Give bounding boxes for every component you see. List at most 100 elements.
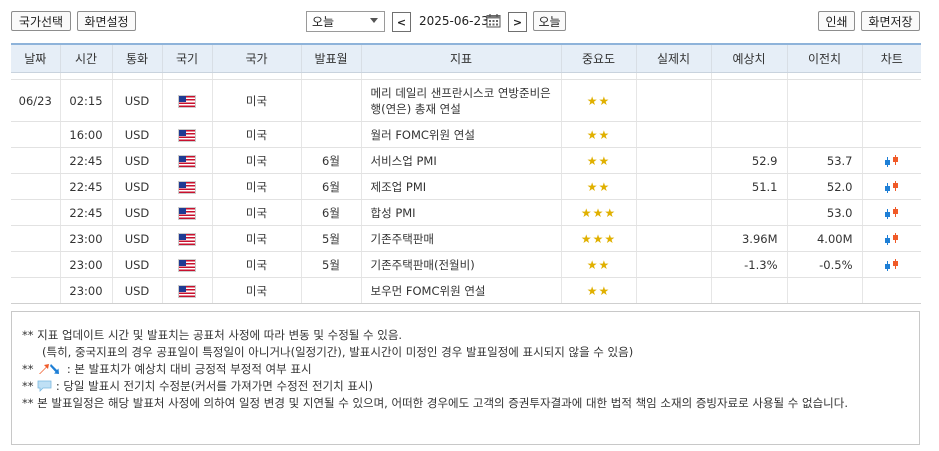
cell-actual — [635, 121, 711, 148]
period-select[interactable]: 오늘 — [306, 11, 385, 32]
header-country: 국가 — [211, 43, 301, 73]
cell-country: 미국 — [211, 173, 301, 200]
us-flag-icon — [179, 233, 195, 245]
cell-chart — [861, 199, 921, 226]
cell-country: 미국 — [211, 79, 301, 122]
candle-chart-icon[interactable] — [883, 258, 901, 272]
cell-date — [11, 251, 60, 278]
note-line-1: ** 지표 업데이트 시간 및 발표치는 공표처 사정에 따라 변동 및 수정될… — [22, 328, 403, 342]
header-importance: 중요도 — [560, 43, 636, 73]
table-row[interactable]: 06/23 02:15 USD 미국 메리 데일리 샌프란시스코 연방준비은행(연은) … — [11, 79, 921, 122]
cell-actual — [635, 225, 711, 252]
table-row[interactable]: 22:45 USD 미국 6월 제조업 PMI ★★ 51.1 52.0 — [11, 173, 921, 200]
cell-release-month: 6월 — [300, 199, 361, 226]
cell-importance: ★★ — [560, 121, 636, 148]
cell-release-month — [300, 79, 361, 122]
us-flag-icon — [179, 259, 195, 271]
us-flag-icon — [179, 95, 195, 107]
candle-chart-icon[interactable] — [883, 232, 901, 246]
importance-stars: ★★ — [586, 93, 611, 108]
cell-indicator[interactable]: 기존주택판매 — [360, 225, 561, 252]
cell-currency: USD — [111, 147, 162, 174]
cell-actual — [635, 79, 711, 122]
cell-indicator[interactable]: 합성 PMI — [360, 199, 561, 226]
us-flag-icon — [179, 207, 195, 219]
cell-forecast: 51.1 — [710, 173, 787, 200]
cell-flag — [161, 225, 212, 252]
cell-chart — [861, 173, 921, 200]
cell-indicator[interactable]: 기존주택판매(전월비) — [360, 251, 561, 278]
candle-chart-icon[interactable] — [883, 206, 901, 220]
cell-previous: 53.0 — [786, 199, 862, 226]
table-body: 06/23 02:15 USD 미국 메리 데일리 샌프란시스코 연방준비은행(연은) … — [11, 72, 921, 304]
cell-importance: ★★★ — [560, 225, 636, 252]
date-value: 2025-06-23 — [419, 14, 489, 28]
screen-settings-button[interactable]: 화면설정 — [77, 11, 136, 31]
cell-release-month — [300, 121, 361, 148]
cell-indicator[interactable]: 월러 FOMC위원 연설 — [360, 121, 561, 148]
cell-actual — [635, 199, 711, 226]
cell-importance: ★★ — [560, 173, 636, 200]
cell-release-month: 5월 — [300, 225, 361, 252]
us-flag-icon — [179, 285, 195, 297]
note-line-3-prefix: ** — [22, 362, 34, 376]
cell-forecast — [710, 277, 787, 304]
header-release-month: 발표월 — [300, 43, 361, 73]
speech-bubble-icon — [37, 380, 52, 392]
importance-stars: ★★ — [586, 257, 611, 272]
note-line-4-prefix: ** — [22, 379, 34, 393]
cell-flag — [161, 199, 212, 226]
cell-chart — [861, 147, 921, 174]
table-row[interactable]: 22:45 USD 미국 6월 서비스업 PMI ★★ 52.9 53.7 — [11, 147, 921, 174]
table-row[interactable]: 23:00 USD 미국 보우먼 FOMC위원 연설 ★★ — [11, 277, 921, 304]
chevron-down-icon — [370, 18, 378, 23]
cell-time: 22:45 — [59, 173, 112, 200]
candle-chart-icon[interactable] — [883, 154, 901, 168]
next-date-button[interactable]: > — [508, 12, 527, 32]
cell-time: 22:45 — [59, 199, 112, 226]
print-button[interactable]: 인쇄 — [818, 11, 855, 31]
cell-actual — [635, 277, 711, 304]
header-previous: 이전치 — [786, 43, 862, 73]
cell-date — [11, 199, 60, 226]
us-flag-icon — [179, 129, 195, 141]
cell-indicator[interactable]: 서비스업 PMI — [360, 147, 561, 174]
cell-previous: 53.7 — [786, 147, 862, 174]
country-select-button[interactable]: 국가선택 — [11, 11, 71, 31]
calendar-icon[interactable] — [486, 13, 501, 28]
cell-indicator[interactable]: 제조업 PMI — [360, 173, 561, 200]
save-screen-button[interactable]: 화면저장 — [861, 11, 920, 31]
cell-indicator[interactable]: 보우먼 FOMC위원 연설 — [360, 277, 561, 304]
cell-release-month: 5월 — [300, 251, 361, 278]
table-row[interactable]: 23:00 USD 미국 5월 기존주택판매 ★★★ 3.96M 4.00M — [11, 225, 921, 252]
table-row[interactable]: 22:45 USD 미국 6월 합성 PMI ★★★ 53.0 — [11, 199, 921, 226]
cell-previous — [786, 79, 862, 122]
cell-currency: USD — [111, 173, 162, 200]
cell-currency: USD — [111, 199, 162, 226]
header-flag: 국기 — [161, 43, 212, 73]
cell-chart — [861, 225, 921, 252]
up-down-arrow-icon — [39, 364, 60, 374]
notes-box: ** 지표 업데이트 시간 및 발표치는 공표처 사정에 따라 변동 및 수정될… — [11, 311, 920, 445]
header-time: 시간 — [59, 43, 112, 73]
cell-previous: 4.00M — [786, 225, 862, 252]
cell-country: 미국 — [211, 147, 301, 174]
candle-chart-icon[interactable] — [883, 180, 901, 194]
note-line-3: ** : 본 발표치가 예상치 대비 긍정적 부정적 여부 표시 — [22, 361, 919, 378]
importance-stars: ★★ — [586, 283, 611, 298]
cell-date: 06/23 — [11, 79, 60, 122]
table-row[interactable]: 16:00 USD 미국 월러 FOMC위원 연설 ★★ — [11, 121, 921, 148]
cell-indicator[interactable]: 메리 데일리 샌프란시스코 연방준비은행(연은) 총재 연설 — [360, 79, 561, 122]
table-spacer-row — [11, 72, 921, 80]
cell-country: 미국 — [211, 121, 301, 148]
table-row[interactable]: 23:00 USD 미국 5월 기존주택판매(전월비) ★★ -1.3% -0.5% — [11, 251, 921, 278]
cell-release-month: 6월 — [300, 173, 361, 200]
cell-previous: -0.5% — [786, 251, 862, 278]
today-button[interactable]: 오늘 — [533, 11, 566, 31]
cell-time: 23:00 — [59, 251, 112, 278]
prev-date-button[interactable]: < — [392, 12, 411, 32]
cell-time: 16:00 — [59, 121, 112, 148]
cell-time: 23:00 — [59, 277, 112, 304]
cell-importance: ★★ — [560, 147, 636, 174]
cell-currency: USD — [111, 225, 162, 252]
